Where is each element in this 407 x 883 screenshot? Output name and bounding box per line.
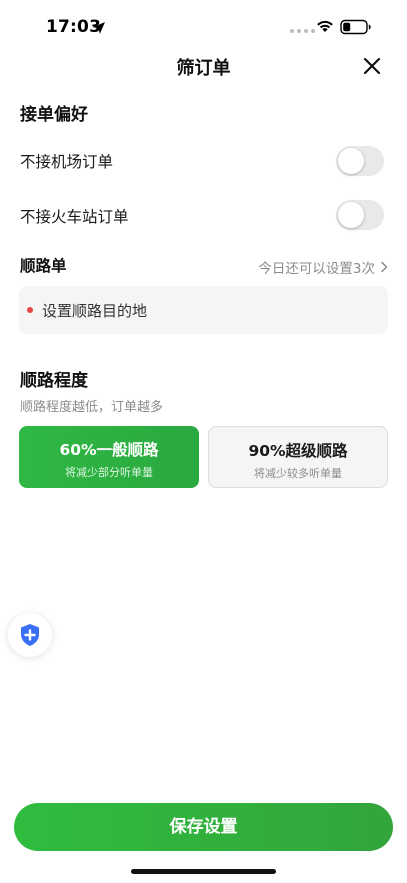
no-train-station-toggle[interactable] <box>336 200 384 230</box>
close-icon[interactable] <box>361 55 383 77</box>
toggle-knob <box>338 148 364 174</box>
battery-icon <box>340 19 371 35</box>
option-title: 90%超级顺路 <box>248 442 348 460</box>
destination-input[interactable]: 设置顺路目的地 <box>19 286 388 334</box>
no-airport-label: 不接机场订单 <box>20 153 114 171</box>
route-degree-description: 顺路程度越低，订单越多 <box>20 400 164 415</box>
route-order-title: 顺路单 <box>20 257 67 275</box>
safety-button[interactable] <box>8 613 52 657</box>
red-dot-icon <box>27 307 33 313</box>
chevron-right-icon <box>381 261 388 273</box>
route-order-hint-link[interactable]: 今日还可以设置3次 <box>258 257 389 277</box>
option-60-general-route[interactable]: 60%一般顺路 将减少部分听单量 <box>19 426 199 488</box>
page-title: 筛订单 <box>176 58 231 79</box>
shield-plus-icon <box>21 624 39 646</box>
no-airport-toggle[interactable] <box>336 146 384 176</box>
toggle-knob <box>338 202 364 228</box>
no-train-station-label: 不接火车站订单 <box>20 208 129 226</box>
destination-placeholder: 设置顺路目的地 <box>42 302 148 320</box>
option-90-super-route[interactable]: 90%超级顺路 将减少较多听单量 <box>208 426 388 488</box>
home-indicator <box>131 869 276 874</box>
option-subtitle: 将减少部分听单量 <box>65 466 153 479</box>
option-subtitle: 将减少较多听单量 <box>254 467 342 480</box>
save-button[interactable]: 保存设置 <box>14 803 393 851</box>
location-arrow-icon <box>93 22 105 34</box>
preferences-title: 接单偏好 <box>20 105 88 125</box>
route-order-hint: 今日还可以设置3次 <box>258 261 375 277</box>
wifi-icon <box>317 20 333 32</box>
nav-bar: 筛订单 <box>0 44 407 88</box>
option-title: 60%一般顺路 <box>59 441 159 459</box>
route-degree-title: 顺路程度 <box>20 371 88 391</box>
signal-dots-icon <box>290 29 315 33</box>
